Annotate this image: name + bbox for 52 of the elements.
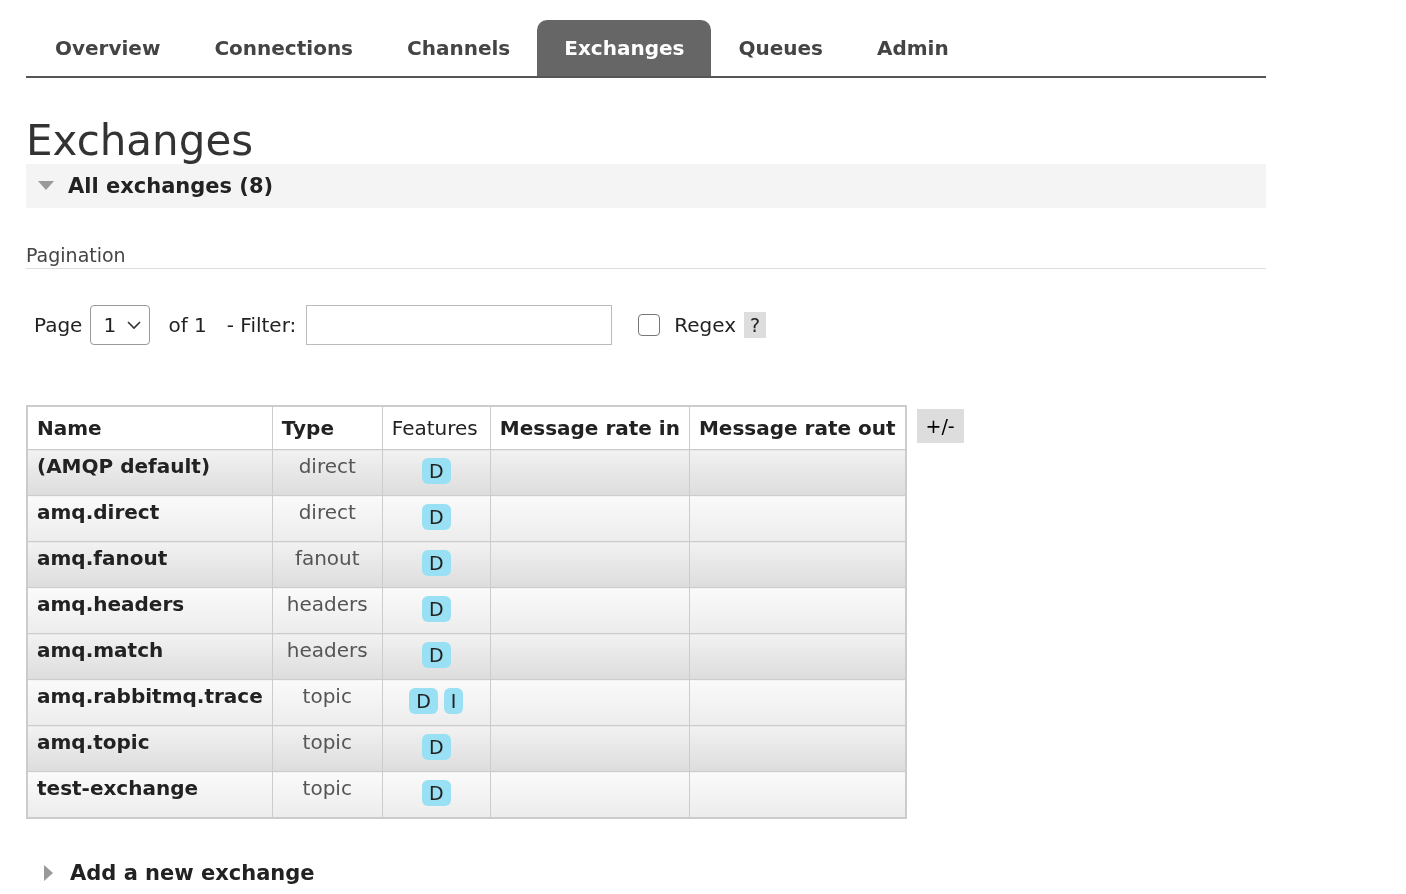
feature-badge: D bbox=[421, 550, 451, 576]
exchange-name[interactable]: amq.topic bbox=[27, 725, 273, 772]
feature-badge: D bbox=[409, 688, 438, 714]
nav-tab[interactable]: Channels bbox=[380, 20, 538, 76]
regex-checkbox[interactable] bbox=[638, 314, 661, 336]
exchange-name[interactable]: test-exchange bbox=[27, 771, 273, 818]
page-title: Exchanges bbox=[26, 118, 255, 164]
exchange-name[interactable]: amq.headers bbox=[27, 587, 273, 634]
exchange-type: headers bbox=[272, 633, 383, 680]
page-label: Page bbox=[34, 313, 83, 337]
pagination-heading: Pagination bbox=[26, 244, 1266, 269]
feature-badge: D bbox=[421, 780, 451, 806]
feature-badge: D bbox=[421, 642, 451, 668]
exchange-name[interactable]: amq.match bbox=[27, 633, 273, 680]
exchange-name[interactable]: amq.fanout bbox=[27, 541, 273, 588]
chevron-down-icon bbox=[127, 320, 142, 330]
page-count: of 1 bbox=[168, 313, 207, 337]
exchange-type: topic bbox=[272, 725, 383, 772]
column-header: Name bbox=[27, 406, 273, 450]
nav-tab[interactable]: Queues bbox=[711, 20, 850, 76]
section-title: All exchanges (8) bbox=[68, 174, 274, 198]
nav-tab[interactable]: Admin bbox=[849, 20, 976, 76]
column-header: Message rate out bbox=[689, 406, 906, 450]
feature-badge: D bbox=[421, 734, 451, 760]
filter-label: - Filter: bbox=[226, 313, 297, 337]
feature-badge: D bbox=[421, 504, 451, 530]
nav-tab[interactable]: Connections bbox=[187, 20, 381, 76]
exchange-name[interactable]: (AMQP default) bbox=[27, 449, 273, 496]
feature-badge: D bbox=[421, 596, 451, 622]
filter-field[interactable] bbox=[306, 305, 613, 345]
exchange-type: headers bbox=[272, 587, 383, 634]
columns-toggle-button[interactable]: +/- bbox=[916, 409, 964, 443]
exchange-name[interactable]: amq.rabbitmq.trace bbox=[27, 679, 273, 726]
exchange-type: direct bbox=[272, 449, 383, 496]
exchange-type: fanout bbox=[272, 541, 383, 588]
exchange-type: topic bbox=[272, 771, 383, 818]
feature-badge: D bbox=[421, 458, 451, 484]
exchange-type: topic bbox=[272, 679, 383, 726]
help-button[interactable]: ? bbox=[744, 312, 767, 338]
nav-tab[interactable]: Exchanges bbox=[537, 20, 712, 76]
column-header: Features bbox=[382, 406, 491, 450]
exchange-type: direct bbox=[272, 495, 383, 542]
column-header: Type bbox=[272, 406, 383, 450]
page-select[interactable]: 1 bbox=[90, 305, 151, 345]
nav-tab[interactable]: Overview bbox=[28, 20, 188, 76]
exchange-name[interactable]: amq.direct bbox=[27, 495, 273, 542]
column-header: Message rate in bbox=[490, 406, 690, 450]
regex-label: Regex bbox=[674, 313, 737, 337]
add-section-header[interactable]: Add a new exchange bbox=[26, 854, 1266, 891]
section-header[interactable]: All exchanges (8) bbox=[26, 164, 1266, 208]
section-title: Add a new exchange bbox=[70, 860, 315, 885]
feature-badge: I bbox=[443, 688, 464, 714]
